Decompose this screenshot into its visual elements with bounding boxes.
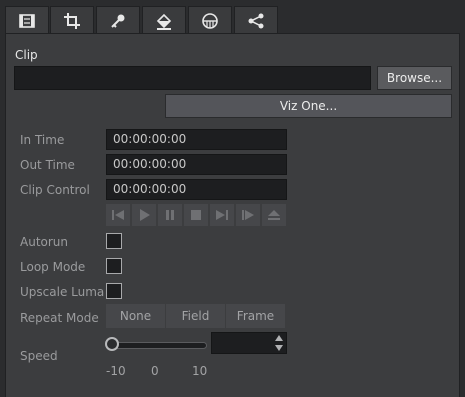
speed-tick-max: 10 bbox=[192, 364, 208, 378]
repeat-frame-button[interactable]: Frame bbox=[226, 304, 285, 328]
clip-control-field[interactable]: 00:00:00:00 bbox=[106, 179, 287, 200]
fill-icon bbox=[156, 13, 172, 30]
tab-key[interactable] bbox=[96, 6, 140, 34]
clip-label: Clip bbox=[15, 48, 38, 62]
speed-spinbox[interactable] bbox=[211, 332, 287, 354]
repeat-mode-selector: None Field Frame bbox=[106, 304, 286, 328]
skip-to-start-button[interactable] bbox=[106, 204, 130, 226]
speed-tick-zero: 0 bbox=[151, 364, 159, 378]
in-time-label: In Time bbox=[20, 133, 65, 147]
out-time-label: Out Time bbox=[20, 158, 75, 172]
speed-spin-arrows[interactable] bbox=[274, 335, 284, 351]
upscale-luma-checkbox[interactable] bbox=[106, 283, 122, 299]
speed-tick-min: -10 bbox=[106, 364, 126, 378]
in-time-field[interactable]: 00:00:00:00 bbox=[106, 129, 287, 150]
tab-bar bbox=[0, 0, 465, 34]
skip-to-end-button[interactable] bbox=[210, 204, 234, 226]
transport-controls bbox=[106, 204, 288, 226]
stop-icon bbox=[191, 210, 201, 220]
speed-label: Speed bbox=[20, 349, 58, 363]
pause-button[interactable] bbox=[158, 204, 182, 226]
viz-one-button[interactable]: Viz One... bbox=[165, 94, 452, 118]
out-time-field[interactable]: 00:00:00:00 bbox=[106, 154, 287, 175]
clip-path-field[interactable] bbox=[14, 66, 371, 90]
clip-panel: Clip Browse... Viz One... In Time 00:00:… bbox=[5, 33, 460, 397]
skip-to-end-icon bbox=[216, 210, 228, 220]
autorun-checkbox[interactable] bbox=[106, 233, 122, 249]
clip-control-label: Clip Control bbox=[20, 183, 90, 197]
tab-clip[interactable] bbox=[5, 6, 49, 34]
play-icon bbox=[140, 209, 150, 221]
pause-icon bbox=[166, 210, 174, 220]
tab-crop[interactable] bbox=[50, 6, 94, 34]
stop-button[interactable] bbox=[184, 204, 208, 226]
upscale-luma-label: Upscale Luma bbox=[20, 285, 105, 299]
speed-slider-track[interactable] bbox=[112, 342, 207, 349]
autorun-label: Autorun bbox=[20, 235, 69, 249]
tab-share[interactable] bbox=[234, 6, 278, 34]
tab-mask[interactable] bbox=[188, 6, 232, 34]
crop-icon bbox=[64, 12, 80, 29]
clip-icon bbox=[19, 13, 35, 28]
eject-icon bbox=[268, 210, 280, 220]
play-button[interactable] bbox=[132, 204, 156, 226]
chevron-up-icon[interactable] bbox=[275, 335, 283, 341]
step-forward-button[interactable] bbox=[236, 204, 260, 226]
mask-icon bbox=[202, 12, 218, 29]
loop-mode-label: Loop Mode bbox=[20, 260, 86, 274]
skip-to-start-icon bbox=[112, 210, 124, 220]
share-icon bbox=[248, 13, 264, 28]
speed-slider-handle[interactable] bbox=[105, 337, 119, 351]
repeat-mode-label: Repeat Mode bbox=[20, 311, 99, 325]
chevron-down-icon[interactable] bbox=[275, 345, 283, 351]
browse-button[interactable]: Browse... bbox=[377, 66, 452, 90]
repeat-field-button[interactable]: Field bbox=[166, 304, 225, 328]
key-icon bbox=[111, 14, 125, 28]
step-forward-icon bbox=[242, 210, 254, 220]
loop-mode-checkbox[interactable] bbox=[106, 258, 122, 274]
tab-fill[interactable] bbox=[142, 6, 186, 34]
eject-button[interactable] bbox=[262, 204, 286, 226]
repeat-none-button[interactable]: None bbox=[106, 304, 165, 328]
